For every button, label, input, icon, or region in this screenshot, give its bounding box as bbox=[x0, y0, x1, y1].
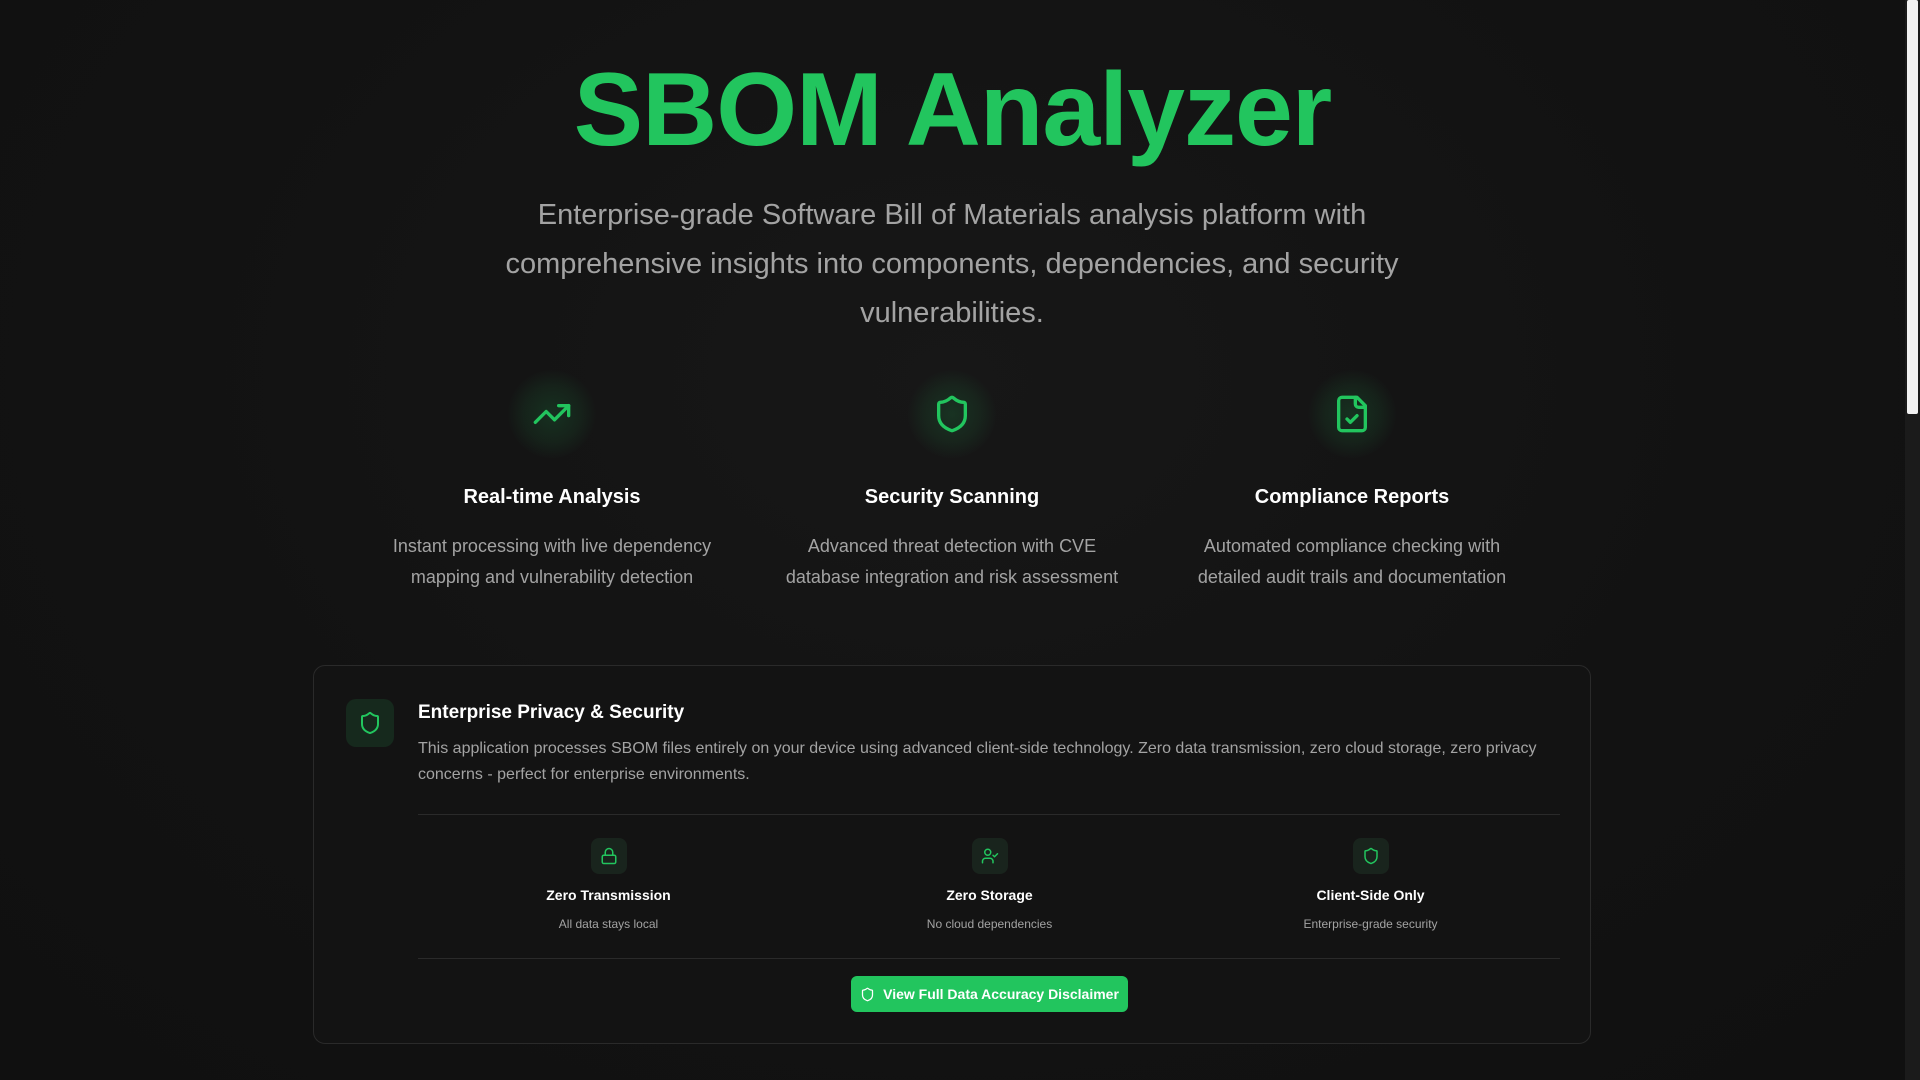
badge-title: Zero Storage bbox=[946, 887, 1033, 903]
feature-description: Automated compliance checking with detai… bbox=[1197, 536, 1507, 587]
view-disclaimer-button[interactable]: View Full Data Accuracy Disclaimer bbox=[851, 976, 1128, 1012]
feature-real-time-analysis: Real-time Analysis Instant processing wi… bbox=[352, 370, 752, 593]
vertical-scrollbar[interactable] bbox=[1905, 0, 1920, 1080]
trending-up-icon bbox=[508, 370, 596, 458]
scrollbar-thumb[interactable] bbox=[1907, 0, 1918, 414]
user-check-icon bbox=[971, 838, 1008, 874]
divider bbox=[418, 958, 1560, 959]
privacy-description: This application processes SBOM files en… bbox=[418, 740, 1537, 783]
page: SBOM Analyzer Enterprise-grade Software … bbox=[0, 0, 1905, 1080]
view-disclaimer-label: View Full Data Accuracy Disclaimer bbox=[883, 986, 1119, 1002]
feature-title: Real-time Analysis bbox=[463, 486, 641, 508]
page-title: SBOM Analyzer bbox=[573, 52, 1333, 168]
privacy-title: Enterprise Privacy & Security bbox=[418, 702, 685, 723]
privacy-badges: Zero Transmission All data stays local Z… bbox=[418, 838, 1560, 948]
feature-title: Compliance Reports bbox=[1254, 486, 1450, 508]
feature-title: Security Scanning bbox=[864, 486, 1040, 508]
hero-subtitle: Enterprise-grade Software Bill of Materi… bbox=[505, 199, 1399, 329]
badge-zero-storage: Zero Storage No cloud dependencies bbox=[799, 838, 1180, 931]
badge-description: Enterprise-grade security bbox=[1303, 917, 1438, 931]
privacy-card: Enterprise Privacy & Security This appli… bbox=[313, 665, 1591, 1044]
badge-description: All data stays local bbox=[558, 917, 659, 931]
feature-compliance-reports: Compliance Reports Automated compliance … bbox=[1152, 370, 1552, 593]
shield-icon bbox=[346, 699, 394, 747]
features-section: Real-time Analysis Instant processing wi… bbox=[352, 370, 1552, 610]
badge-client-side-only: Client-Side Only Enterprise-grade securi… bbox=[1180, 838, 1561, 931]
shield-icon bbox=[861, 987, 874, 1001]
file-check-icon bbox=[1308, 370, 1396, 458]
feature-security-scanning: Security Scanning Advanced threat detect… bbox=[752, 370, 1152, 593]
lock-icon bbox=[590, 838, 627, 874]
feature-description: Advanced threat detection with CVE datab… bbox=[785, 536, 1119, 587]
badge-description: No cloud dependencies bbox=[926, 917, 1053, 931]
badge-title: Zero Transmission bbox=[546, 887, 671, 903]
divider bbox=[418, 814, 1560, 815]
badge-zero-transmission: Zero Transmission All data stays local bbox=[418, 838, 799, 931]
feature-description: Instant processing with live dependency … bbox=[392, 536, 712, 587]
badge-title: Client-Side Only bbox=[1316, 887, 1425, 903]
shield-icon bbox=[1352, 838, 1389, 874]
shield-icon bbox=[908, 370, 996, 458]
